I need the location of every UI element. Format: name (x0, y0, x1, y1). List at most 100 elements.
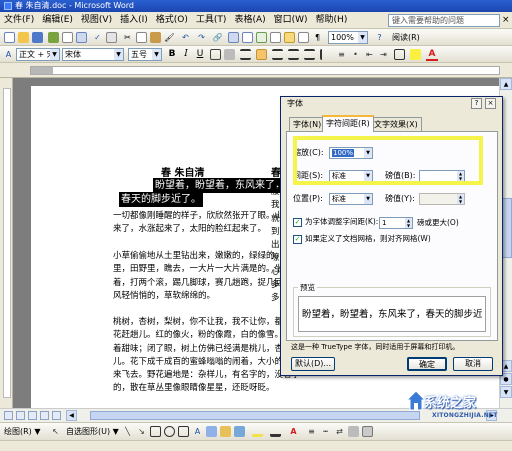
menu-format[interactable]: 格式(O) (152, 12, 192, 29)
permission-icon[interactable] (48, 32, 59, 43)
position-by-input[interactable]: ▲ ▼ (419, 193, 465, 205)
outside-border-icon[interactable] (394, 49, 405, 60)
style-select[interactable]: 正文 + 宋体 ▼ (16, 48, 60, 61)
insert-table-icon[interactable] (242, 32, 253, 43)
menu-help[interactable]: 帮助(H) (312, 12, 352, 29)
menu-tools[interactable]: 工具(T) (192, 12, 231, 29)
rectangle-icon[interactable] (150, 426, 161, 437)
undo-icon[interactable]: ↶ (180, 32, 191, 43)
research-icon[interactable] (106, 32, 117, 43)
format-painter-icon[interactable]: 🖌 (164, 32, 175, 43)
outline-view-icon[interactable] (40, 411, 49, 420)
tab-font[interactable]: 字体(N) (289, 117, 326, 131)
font-color-button[interactable]: A (426, 48, 438, 61)
print-icon[interactable] (62, 32, 73, 43)
draw-menu-button[interactable]: 绘图(R) ▼ (4, 426, 41, 438)
ruler-track[interactable] (30, 66, 500, 75)
menu-view[interactable]: 视图(V) (77, 12, 116, 29)
paste-icon[interactable] (150, 32, 161, 43)
reading-view-icon[interactable] (52, 411, 61, 420)
textbox-icon[interactable] (178, 426, 189, 437)
bullets-icon[interactable]: • (350, 49, 361, 60)
default-button[interactable]: 默认(D)... (291, 357, 335, 371)
line-spacing-icon[interactable] (320, 49, 331, 60)
help-icon[interactable]: ? (374, 32, 385, 43)
columns-icon[interactable] (270, 32, 281, 43)
character-shading-icon[interactable] (224, 49, 235, 60)
vertical-ruler-track[interactable] (3, 88, 11, 398)
print-preview-icon[interactable] (76, 32, 87, 43)
scroll-up-icon[interactable]: ▲ (500, 78, 512, 90)
dialog-close-button[interactable]: × (485, 98, 496, 109)
new-document-icon[interactable] (4, 32, 15, 43)
copy-icon[interactable] (136, 32, 147, 43)
fill-color-icon[interactable] (252, 426, 263, 437)
close-document-button[interactable]: × (502, 14, 510, 27)
scroll-left-icon[interactable]: ◀ (66, 410, 77, 421)
tab-text-effects[interactable]: 文字效果(X) (370, 117, 422, 131)
styles-pane-icon[interactable]: A (3, 49, 14, 60)
hyperlink-icon[interactable]: 🔗 (212, 32, 223, 43)
arrow-style-icon[interactable]: ⇄ (334, 426, 345, 437)
drawing-icon[interactable] (284, 32, 295, 43)
dialog-help-button[interactable]: ? (471, 98, 482, 109)
line-icon[interactable]: ╲ (122, 426, 133, 437)
oval-icon[interactable] (164, 426, 175, 437)
select-objects-icon[interactable]: ↖ (50, 426, 61, 437)
tables-borders-icon[interactable] (228, 32, 239, 43)
distributed-icon[interactable] (304, 49, 315, 60)
spelling-icon[interactable]: ✓ (92, 32, 103, 43)
kerning-input[interactable]: 1 ▲ ▼ (379, 217, 413, 229)
print-view-icon[interactable] (28, 411, 37, 420)
3d-icon[interactable] (362, 426, 373, 437)
menu-file[interactable]: 文件(F) (0, 12, 38, 29)
position-select[interactable]: 标准 ▼ (329, 193, 373, 205)
insert-excel-icon[interactable] (256, 32, 267, 43)
menu-table[interactable]: 表格(A) (230, 12, 269, 29)
save-icon[interactable] (32, 32, 43, 43)
menu-insert[interactable]: 插入(I) (116, 12, 152, 29)
highlight-icon[interactable] (410, 49, 421, 60)
autoshapes-button[interactable]: 自选图形(U) ▼ (66, 426, 119, 438)
bold-button[interactable]: B (166, 48, 178, 61)
font-select[interactable]: 宋体 ▼ (62, 48, 124, 61)
selected-text-line-2[interactable]: 春天的脚步近了。 (119, 192, 203, 207)
draw-font-color-icon[interactable]: A (288, 426, 299, 437)
ok-button[interactable]: 确定 (407, 357, 447, 371)
justify-icon[interactable] (288, 49, 299, 60)
selected-text-line-1[interactable]: 盼望着，盼望着，东风来了， (153, 178, 287, 193)
tab-character-spacing[interactable]: 字符间距(R) (322, 115, 374, 132)
normal-view-icon[interactable] (4, 411, 13, 420)
menu-edit[interactable]: 编辑(E) (38, 12, 77, 29)
cancel-button[interactable]: 取消 (453, 357, 493, 371)
spin-arrows-icon[interactable]: ▲ ▼ (457, 194, 464, 204)
reading-layout-button[interactable]: 阅读(R) (392, 31, 420, 44)
snap-grid-checkbox[interactable]: ✓ (293, 235, 302, 244)
line-color-icon[interactable] (270, 426, 281, 437)
increase-indent-icon[interactable]: ⇥ (378, 49, 389, 60)
kerning-checkbox[interactable]: ✓ (293, 218, 302, 227)
shadow-icon[interactable] (348, 426, 359, 437)
wordart-icon[interactable]: A (192, 426, 203, 437)
line-style-icon[interactable]: ≡ (306, 426, 317, 437)
decrease-indent-icon[interactable]: ⇤ (364, 49, 375, 60)
align-right-icon[interactable] (272, 49, 283, 60)
dash-style-icon[interactable]: ┅ (320, 426, 331, 437)
align-left-icon[interactable] (240, 49, 251, 60)
spin-arrows-icon[interactable]: ▲ ▼ (405, 218, 412, 228)
underline-button[interactable]: U (194, 48, 206, 61)
arrow-icon[interactable]: ↘ (136, 426, 147, 437)
document-map-icon[interactable] (298, 32, 309, 43)
show-hide-icon[interactable]: ¶ (312, 32, 323, 43)
horizontal-scroll-thumb[interactable] (90, 411, 420, 420)
help-search-input[interactable]: 键入需要帮助的问题 (388, 14, 500, 27)
web-view-icon[interactable] (16, 411, 25, 420)
open-folder-icon[interactable] (18, 32, 29, 43)
redo-icon[interactable]: ↷ (196, 32, 207, 43)
zoom-select[interactable]: 100% ▼ (328, 31, 368, 44)
menu-window[interactable]: 窗口(W) (270, 12, 312, 29)
character-border-icon[interactable] (210, 49, 221, 60)
cut-icon[interactable]: ✂ (122, 32, 133, 43)
italic-button[interactable]: I (180, 48, 192, 61)
clipart-icon[interactable] (220, 426, 231, 437)
